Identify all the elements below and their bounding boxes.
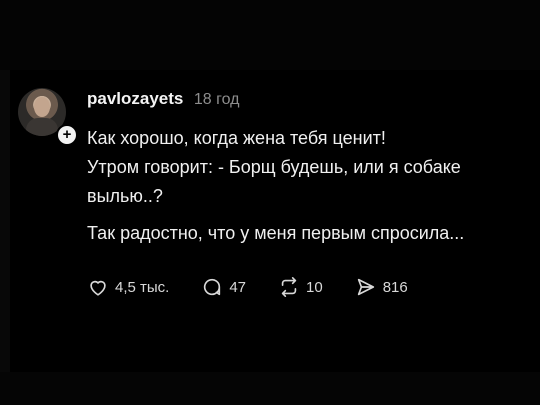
like-button[interactable]: 4,5 тыс. xyxy=(87,276,169,298)
post-line-2: Утром говорит: - Борщ будешь, или я соба… xyxy=(87,157,461,177)
post-time: 18 год xyxy=(193,91,240,108)
follow-plus-icon[interactable]: + xyxy=(56,124,78,146)
post-text: Как хорошо, когда жена тебя ценит! Утром… xyxy=(87,124,532,248)
post-card: + pavlozayets 18 год Как хорошо, когда ж… xyxy=(10,70,540,372)
avatar-container[interactable]: + xyxy=(18,88,78,146)
top-band xyxy=(0,0,540,70)
username[interactable]: pavlozayets xyxy=(87,89,183,108)
post-line-3: вылью..? xyxy=(87,186,163,206)
avatar-body xyxy=(26,118,58,136)
screenshot-frame: + pavlozayets 18 год Как хорошо, когда ж… xyxy=(0,0,540,405)
heart-icon xyxy=(90,280,106,296)
post-header: pavlozayets 18 год xyxy=(87,89,239,109)
share-button[interactable]: 816 xyxy=(355,276,408,298)
share-count: 816 xyxy=(382,278,408,296)
comment-count: 47 xyxy=(229,278,247,296)
comment-bubble-icon xyxy=(204,278,221,296)
bottom-band xyxy=(0,372,540,405)
repost-button[interactable]: 10 xyxy=(278,276,323,298)
send-icon xyxy=(357,278,374,296)
comment-button[interactable]: 47 xyxy=(201,276,246,298)
repost-count: 10 xyxy=(306,278,323,296)
post-line-4: Так радостно, что у меня первым спросила… xyxy=(87,223,465,243)
post-line-1: Как хорошо, когда жена тебя ценит! xyxy=(87,128,386,148)
avatar-head xyxy=(34,97,50,117)
post-actions: 4,5 тыс. 47 10 816 xyxy=(87,276,440,298)
repost-arrows-icon xyxy=(281,277,297,297)
like-count: 4,5 тыс. xyxy=(115,278,170,296)
